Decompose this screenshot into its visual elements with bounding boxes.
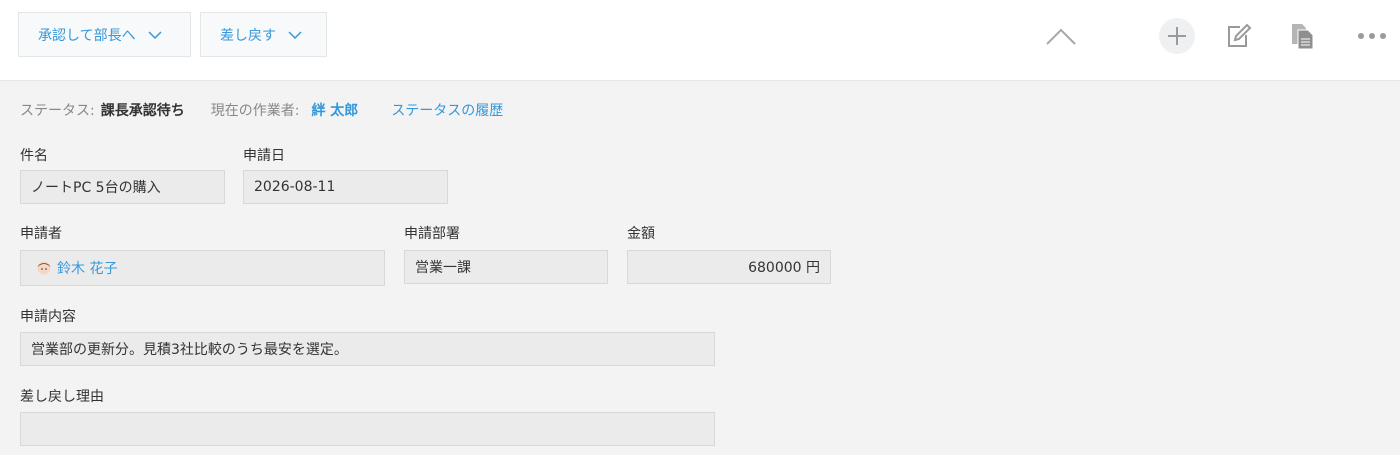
send-back-button[interactable]: 差し戻す [200, 12, 327, 57]
plus-icon[interactable] [1159, 18, 1195, 54]
assignee-link[interactable]: 絆 太郎 [311, 100, 358, 120]
return-reason-field [20, 412, 715, 446]
chevron-down-icon [288, 30, 302, 39]
amount-label: 金額 [627, 226, 655, 242]
user-avatar-icon [37, 261, 51, 275]
approve-to-manager-button[interactable]: 承認して部長へ [18, 12, 191, 57]
send-back-button-label: 差し戻す [220, 27, 276, 44]
chevron-up-icon[interactable] [1042, 22, 1080, 50]
record-toolbar: 承認して部長へ 差し戻す [0, 0, 1400, 81]
subject-field: ノートPC 5台の購入 [20, 170, 225, 204]
department-field: 営業一課 [404, 250, 608, 284]
amount-field: 680000 円 [627, 250, 831, 284]
content-value: 営業部の更新分。見積3社比較のうち最安を選定。 [31, 342, 348, 358]
application-date-value: 2026-08-11 [254, 179, 336, 195]
approve-button-label: 承認して部長へ [38, 27, 136, 44]
applicant-field: 鈴木 花子 [20, 250, 385, 286]
status-label: ステータス: [20, 103, 95, 119]
department-value: 営業一課 [415, 260, 471, 276]
applicant-link[interactable]: 鈴木 花子 [57, 258, 117, 278]
application-date-label: 申請日 [243, 148, 285, 164]
status-bar: ステータス: 課長承認待ち 現在の作業者: 絆 太郎 ステータスの履歴 [20, 100, 503, 120]
subject-label: 件名 [20, 148, 48, 164]
department-label: 申請部署 [404, 226, 460, 242]
application-date-field: 2026-08-11 [243, 170, 448, 204]
subject-value: ノートPC 5台の購入 [31, 180, 161, 196]
content-label: 申請内容 [20, 309, 76, 325]
return-reason-label: 差し戻し理由 [20, 389, 104, 405]
status-history-link[interactable]: ステータスの履歴 [391, 100, 503, 120]
chevron-down-icon [148, 30, 162, 39]
content-field: 営業部の更新分。見積3社比較のうち最安を選定。 [20, 332, 715, 366]
amount-value: 680000 円 [748, 260, 820, 276]
edit-icon[interactable] [1222, 20, 1254, 52]
status-value: 課長承認待ち [100, 103, 185, 119]
applicant-label: 申請者 [20, 226, 62, 242]
copy-icon[interactable] [1286, 20, 1318, 52]
assignee-label: 現在の作業者: [210, 103, 300, 119]
more-icon[interactable] [1354, 22, 1390, 50]
